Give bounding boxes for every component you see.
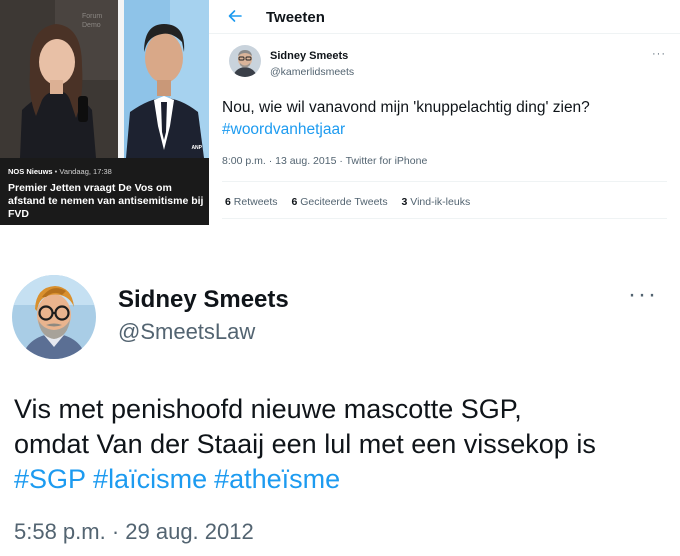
stat-retweets[interactable]: 6 Retweets <box>225 196 278 208</box>
tweet-large: Sidney Smeets @SmeetsLaw ··· Vis met pen… <box>0 247 680 556</box>
stat-count: 6 <box>225 196 231 208</box>
tweet-stats: 6 Retweets 6 Geciteerde Tweets 3 Vind-ik… <box>225 196 481 208</box>
svg-text:Forum: Forum <box>82 13 102 20</box>
tweet-timestamp: 5:58 p.m. · 29 aug. 2012 <box>14 519 254 544</box>
author-name[interactable]: Sidney Smeets <box>118 286 289 314</box>
stat-count: 6 <box>291 196 298 208</box>
stat-likes[interactable]: 3 Vind-ik-leuks <box>402 196 471 208</box>
tweet-header: Tweeten <box>209 0 680 34</box>
avatar[interactable] <box>12 275 96 359</box>
svg-text:Demo: Demo <box>82 22 101 29</box>
stat-label: Vind-ik-leuks <box>410 196 471 208</box>
more-dots-icon[interactable]: ··· <box>652 48 666 60</box>
meta-separator: · <box>336 155 346 167</box>
tweet-text: Vis met penishoofd nieuwe mascotte SGP, … <box>14 392 674 497</box>
stat-count: 3 <box>401 196 408 208</box>
author-name[interactable]: Sidney Smeets <box>270 50 348 62</box>
divider <box>222 181 667 182</box>
page-title: Tweeten <box>266 9 325 26</box>
arrow-left-icon <box>228 10 242 22</box>
news-meta: NOS Nieuws • Vandaag, 17:38 <box>8 167 112 176</box>
author-handle[interactable]: @SmeetsLaw <box>118 319 255 345</box>
tweet-meta: 8:00 p.m. · 13 aug. 2015 · Twitter for i… <box>222 155 427 167</box>
tweet-small: Tweeten Sidney Smeets @kamerlidsmeets ··… <box>209 0 680 225</box>
hashtag-link[interactable]: #atheïsme <box>214 464 340 494</box>
stat-label: Retweets <box>233 196 278 208</box>
tweet-line: omdat Van der Staaij een lul met een vis… <box>14 429 596 459</box>
tweet-line: Vis met penishoofd nieuwe mascotte SGP, <box>14 394 522 424</box>
news-source: NOS Nieuws <box>8 167 53 176</box>
tweet-text: Nou, wie wil vanavond mijn 'knuppelachti… <box>222 97 672 141</box>
author-handle[interactable]: @kamerlidsmeets <box>270 66 354 78</box>
news-card[interactable]: Forum Demo ANP NOS Nieuws • Vandaag, 17:… <box>0 0 209 225</box>
news-photo: Forum Demo <box>0 0 209 158</box>
news-headline[interactable]: Premier Jetten vraagt De Vos om afstand … <box>8 182 206 221</box>
photo-credit: ANP <box>191 145 202 151</box>
more-dots-icon[interactable]: ··· <box>628 283 658 307</box>
stat-quote-tweets[interactable]: 6 Geciteerde Tweets <box>291 196 387 208</box>
hashtag-link[interactable]: #laïcisme <box>93 464 207 494</box>
tweet-source[interactable]: Twitter for iPhone <box>346 155 428 167</box>
hashtag-link[interactable]: #SGP <box>14 464 86 494</box>
avatar[interactable] <box>229 45 261 77</box>
hashtag-link[interactable]: #woordvanhetjaar <box>222 121 345 138</box>
tweet-body: Nou, wie wil vanavond mijn 'knuppelachti… <box>222 99 590 116</box>
stat-label: Geciteerde Tweets <box>300 196 388 208</box>
tweet-timestamp: 8:00 p.m. · 13 aug. 2015 <box>222 155 337 167</box>
news-time: Vandaag, 17:38 <box>59 167 112 176</box>
divider <box>222 218 667 219</box>
back-button[interactable] <box>227 8 243 24</box>
